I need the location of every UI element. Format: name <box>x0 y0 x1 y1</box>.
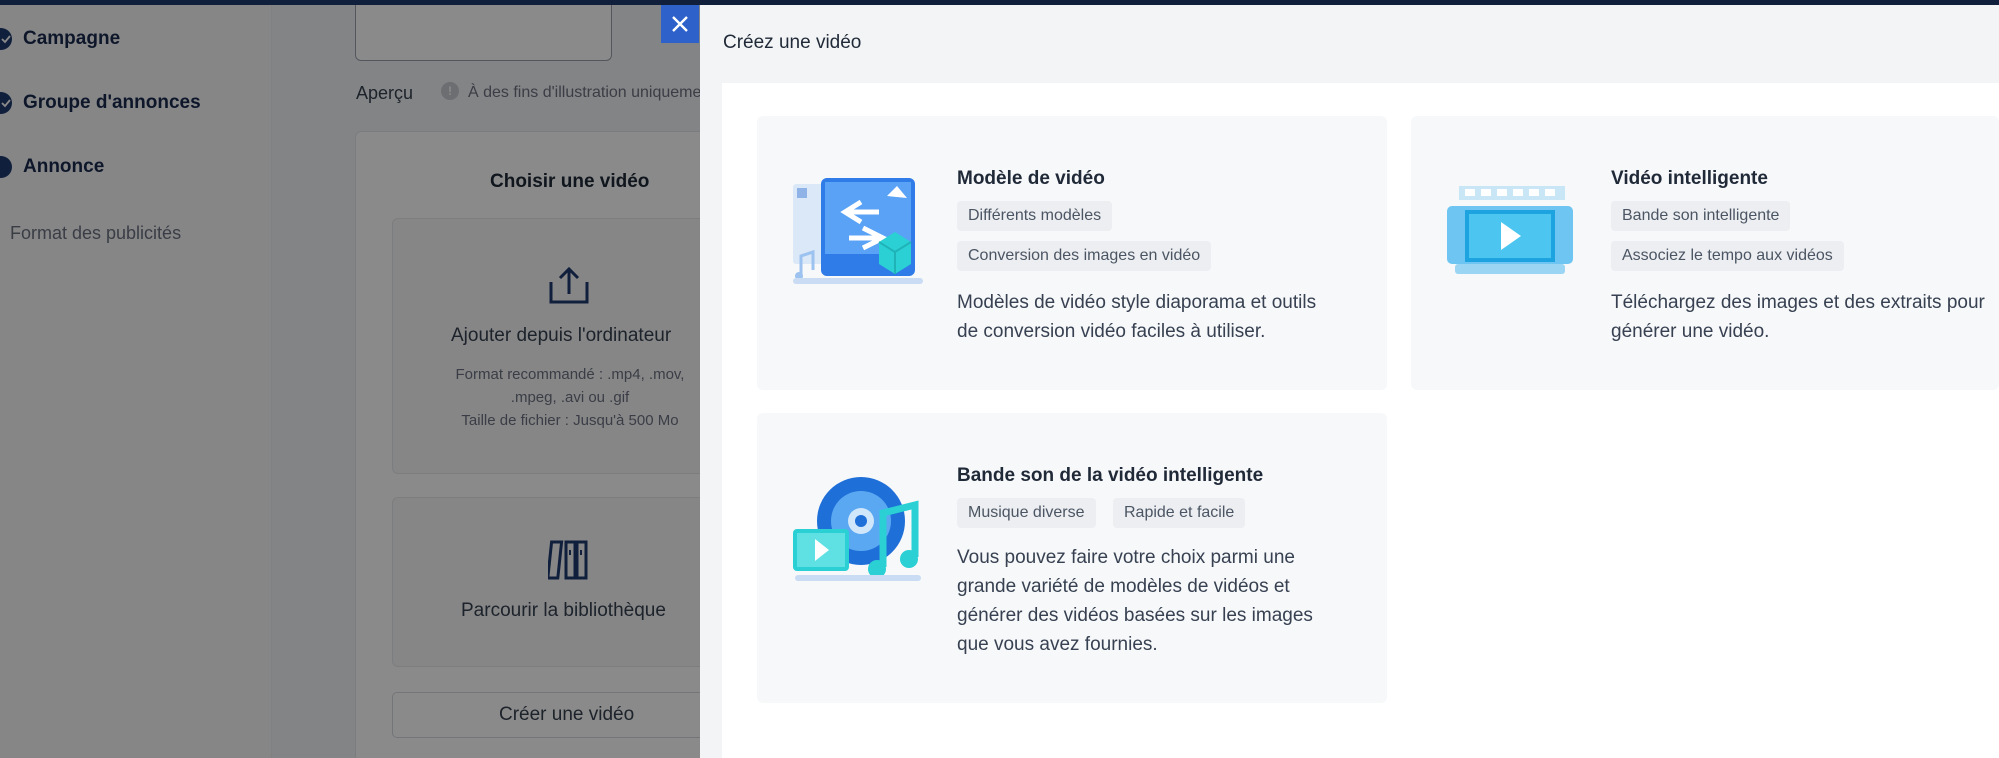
close-icon <box>672 16 688 32</box>
video-template-illustration-icon <box>793 178 923 284</box>
smart-soundtrack-illustration-icon <box>793 477 921 581</box>
tag: Bande son intelligente <box>1611 201 1791 231</box>
tag: Différents modèles <box>957 201 1113 231</box>
card-description: Téléchargez des images et des extraits p… <box>1611 292 1985 342</box>
tag: Rapide et facile <box>1113 498 1246 528</box>
card-title: Modèle de vidéo <box>957 168 1105 189</box>
card-description: Modèles de vidéo style diaporama et outi… <box>957 292 1317 342</box>
video-template-card[interactable]: Modèle de vidéo Différents modèles Conve… <box>757 116 1387 390</box>
smart-soundtrack-card[interactable]: Bande son de la vidéo intelligente Musiq… <box>757 413 1387 703</box>
tag: Associez le tempo aux vidéos <box>1611 241 1844 271</box>
drawer-title: Créez une vidéo <box>723 32 862 53</box>
card-title: Vidéo intelligente <box>1611 168 1768 189</box>
smart-video-illustration-icon <box>1447 186 1573 274</box>
card-title: Bande son de la vidéo intelligente <box>957 465 1264 486</box>
close-button[interactable] <box>661 5 699 43</box>
card-description: Vous pouvez faire votre choix parmi une … <box>957 547 1313 655</box>
smart-video-card[interactable]: Vidéo intelligente Bande son intelligent… <box>1411 116 1999 390</box>
tag: Conversion des images en vidéo <box>957 241 1212 271</box>
tag: Musique diverse <box>957 498 1096 528</box>
